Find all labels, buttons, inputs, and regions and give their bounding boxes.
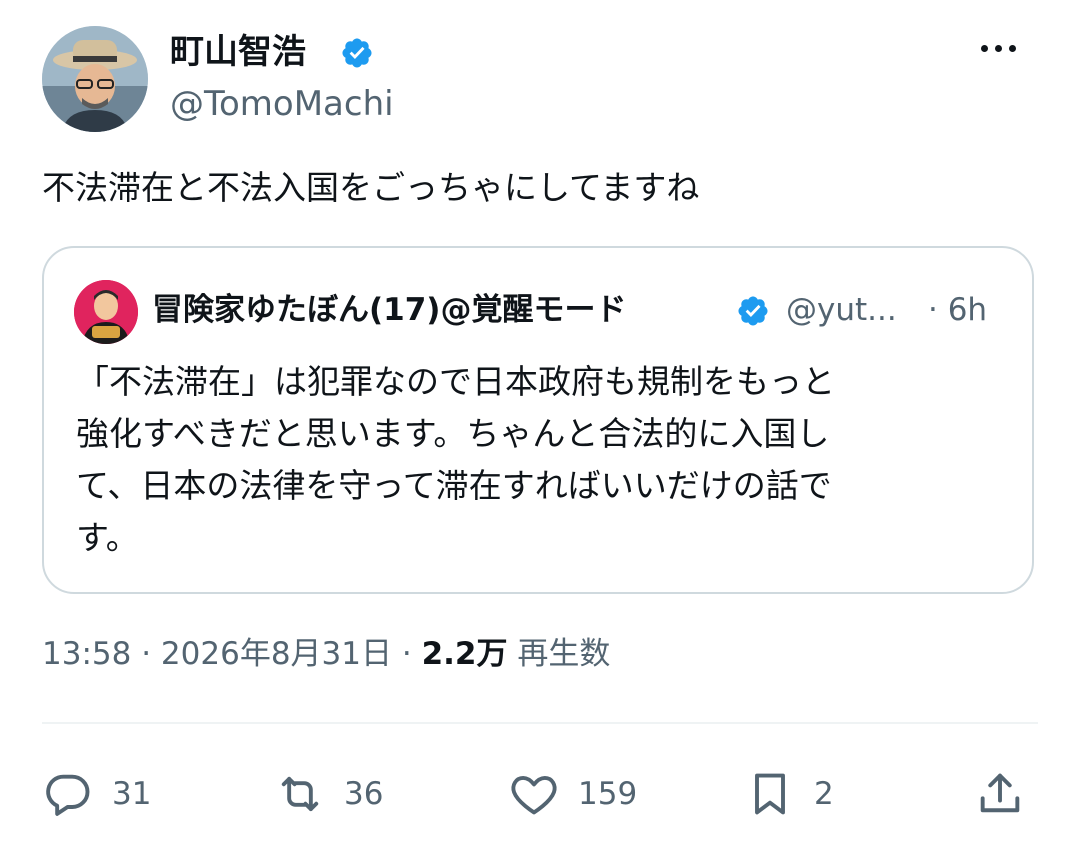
bookmark-icon bbox=[755, 773, 785, 815]
reply-icon bbox=[46, 774, 90, 816]
quote-text: 「不法滞在」は犯罪なので日本政府も規制をもっと 強化すべきだと思います。ちゃんと… bbox=[76, 356, 996, 564]
tweet-date[interactable]: 2026年8月31日 bbox=[161, 636, 392, 672]
author-avatar[interactable] bbox=[42, 26, 148, 132]
author-handle[interactable]: @TomoMachi bbox=[170, 82, 394, 126]
tweet-meta: 13:58 · 2026年8月31日 · 2.2万 再生数 bbox=[42, 630, 610, 678]
divider bbox=[42, 722, 1038, 724]
bookmark-count: 2 bbox=[814, 776, 834, 812]
quote-text-line: て、日本の法律を守って滞在すればいいだけの話で bbox=[76, 466, 832, 505]
quote-author-handle[interactable]: @yut... bbox=[786, 288, 897, 332]
quote-author-avatar[interactable] bbox=[74, 280, 138, 344]
like-count: 159 bbox=[578, 776, 638, 812]
more-dot-icon bbox=[994, 44, 1002, 52]
more-options-button[interactable] bbox=[972, 28, 1024, 68]
quote-verified-badge-icon bbox=[736, 294, 770, 328]
views-label: 再生数 bbox=[517, 636, 611, 672]
repost-button[interactable]: 36 bbox=[274, 764, 383, 824]
reply-button[interactable]: 31 bbox=[42, 764, 151, 824]
meta-separator: · bbox=[141, 636, 152, 672]
reply-count: 31 bbox=[112, 776, 152, 812]
author-display-name[interactable]: 町山智浩 bbox=[170, 30, 306, 74]
verified-badge-icon bbox=[340, 36, 374, 70]
more-dot-icon bbox=[980, 44, 988, 52]
repost-count: 36 bbox=[344, 776, 384, 812]
views-count: 2.2万 bbox=[421, 636, 508, 672]
repost-icon bbox=[281, 776, 319, 812]
heart-icon bbox=[511, 776, 557, 815]
bookmark-button[interactable]: 2 bbox=[744, 764, 834, 824]
tweet-text: 不法滞在と不法入国をごっちゃにしてますね bbox=[42, 168, 700, 207]
quote-text-line: す。 bbox=[76, 518, 139, 557]
quote-text-line: 「不法滞在」は犯罪なので日本政府も規制をもっと bbox=[76, 362, 835, 401]
more-dot-icon bbox=[1008, 44, 1016, 52]
tweet-time[interactable]: 13:58 bbox=[42, 636, 131, 672]
share-icon bbox=[980, 773, 1020, 813]
quote-author-display-name[interactable]: 冒険家ゆたぼん(17)@覚醒モード bbox=[152, 288, 626, 332]
like-button[interactable]: 159 bbox=[508, 764, 637, 824]
meta-separator: · bbox=[401, 636, 412, 672]
quote-text-line: 強化すべきだと思います。ちゃんと合法的に入国し bbox=[76, 414, 830, 453]
quote-timestamp[interactable]: · 6h bbox=[928, 288, 987, 332]
share-button[interactable] bbox=[974, 764, 1026, 824]
